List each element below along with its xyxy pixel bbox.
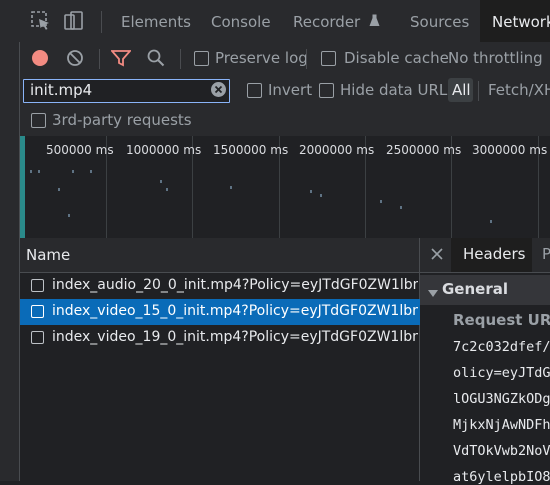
request-row-selected[interactable]: index_video_15_0_init.mp4?Policy=eyJTdGF…	[20, 299, 420, 325]
tab-headers[interactable]: Headers	[451, 238, 532, 272]
network-toolbar: Preserve log Disable cache No throttling	[20, 42, 550, 76]
tab-recorder-label: Recorder	[293, 13, 361, 31]
filter-input[interactable]: init.mp4	[23, 79, 230, 103]
tabbar-divider	[101, 11, 102, 33]
overview-tick: 2000000 ms	[299, 143, 375, 157]
request-url-line: at6ylelpbIO8	[453, 469, 550, 485]
request-row[interactable]: index_video_19_0_init.mp4?Policy=eyJTdGF…	[20, 325, 420, 351]
overview-activity-mark	[68, 214, 70, 217]
overview-activity-mark	[38, 170, 40, 173]
third-party-label: 3rd-party requests	[52, 111, 192, 129]
filter-type-all-label: All	[452, 81, 471, 99]
invert-label: Invert	[268, 81, 313, 99]
request-url-line: 7c2c032dfef/	[453, 339, 550, 355]
search-icon[interactable]	[147, 49, 165, 71]
flask-icon	[369, 0, 380, 45]
hide-data-urls-checkbox[interactable]	[319, 83, 334, 98]
invert-checkbox[interactable]	[247, 83, 262, 98]
throttling-select[interactable]: No throttling	[448, 49, 543, 67]
toolbar-divider	[180, 49, 181, 69]
timeline-overview[interactable]: 500000 ms 1000000 ms 1500000 ms 2000000 …	[20, 136, 550, 239]
overview-tick: 500000 ms	[46, 143, 114, 157]
device-toolbar-icon[interactable]	[63, 10, 85, 32]
preserve-log-checkbox[interactable]	[194, 51, 209, 66]
overview-tick: 1000000 ms	[126, 143, 202, 157]
disable-cache-checkbox[interactable]	[321, 51, 336, 66]
overview-activity-mark	[90, 170, 92, 173]
request-icon	[31, 305, 44, 318]
overview-activity-mark	[166, 188, 168, 191]
overview-tick: 1500000 ms	[213, 143, 289, 157]
request-name: index_audio_20_0_init.mp4?Policy=eyJTdGF…	[52, 277, 418, 293]
inspect-element-icon[interactable]	[30, 10, 52, 32]
tab-headers-label: Headers	[463, 245, 526, 263]
overview-activity-mark	[320, 194, 322, 197]
record-button[interactable]	[32, 50, 48, 66]
general-section-title: General	[442, 280, 508, 298]
requests-table-header[interactable]: Name	[20, 238, 420, 273]
disable-cache-label: Disable cache	[344, 49, 449, 67]
toolbar-divider	[306, 49, 307, 69]
third-party-checkbox[interactable]	[31, 113, 46, 128]
overview-tick: 3000000 ms	[472, 143, 548, 157]
clear-icon[interactable]	[66, 49, 84, 71]
preserve-log-label: Preserve log	[215, 49, 308, 67]
third-party-bar: 3rd-party requests	[20, 106, 550, 137]
left-gutter	[0, 42, 20, 481]
tab-recorder[interactable]: Recorder	[293, 0, 380, 42]
tab-console[interactable]: Console	[211, 0, 271, 42]
overview-activity-mark	[58, 188, 60, 191]
filter-input-value: init.mp4	[30, 81, 93, 99]
overview-activity-mark	[400, 206, 402, 209]
caret-down-icon	[428, 286, 438, 302]
overview-tick: 2500000 ms	[386, 143, 462, 157]
request-url-line: MjkxNjAwNDFh	[453, 417, 550, 433]
hide-data-urls-label: Hide data URLs	[340, 81, 456, 99]
request-url-line: olicy=eyJTdG	[453, 365, 550, 381]
request-name: index_video_19_0_init.mp4?Policy=eyJTdGF…	[52, 329, 418, 345]
request-url-line: lOGU3NGZkODg	[453, 391, 550, 407]
filter-type-all[interactable]: All	[448, 78, 473, 102]
overview-activity-mark	[490, 220, 492, 223]
request-url-label: Request URL:	[453, 311, 550, 329]
overview-activity-mark	[160, 180, 162, 183]
request-url-line: VdTOkVwb2NoV	[453, 443, 550, 459]
overview-activity-mark	[72, 170, 74, 173]
request-row[interactable]: index_audio_20_0_init.mp4?Policy=eyJTdGF…	[20, 273, 420, 299]
details-tabbar: Headers P	[420, 238, 550, 273]
overview-activity-mark	[380, 200, 382, 203]
column-header-name[interactable]: Name	[26, 246, 70, 264]
toolbar-divider	[99, 49, 100, 69]
overview-activity-mark	[310, 190, 312, 193]
filter-divider	[478, 81, 479, 101]
close-details-icon[interactable]	[431, 248, 443, 264]
request-name: index_video_15_0_init.mp4?Policy=eyJTdGF…	[52, 303, 418, 319]
general-section-header[interactable]: General	[420, 275, 550, 305]
request-icon	[31, 279, 44, 292]
tab-elements[interactable]: Elements	[121, 0, 191, 42]
overview-start-handle[interactable]	[20, 136, 25, 238]
overview-activity-mark	[230, 186, 232, 189]
devtools-tabbar: Elements Console Recorder Sources Networ…	[0, 0, 550, 43]
tab-payload[interactable]: P	[542, 245, 550, 263]
filter-icon[interactable]	[110, 49, 132, 71]
tab-sources[interactable]: Sources	[410, 0, 469, 42]
request-icon	[31, 331, 44, 344]
filter-type-fetch-xhr[interactable]: Fetch/XH	[488, 81, 550, 99]
overview-activity-mark	[30, 170, 32, 173]
clear-filter-icon[interactable]	[211, 82, 226, 97]
tab-network[interactable]: Network	[480, 0, 550, 42]
